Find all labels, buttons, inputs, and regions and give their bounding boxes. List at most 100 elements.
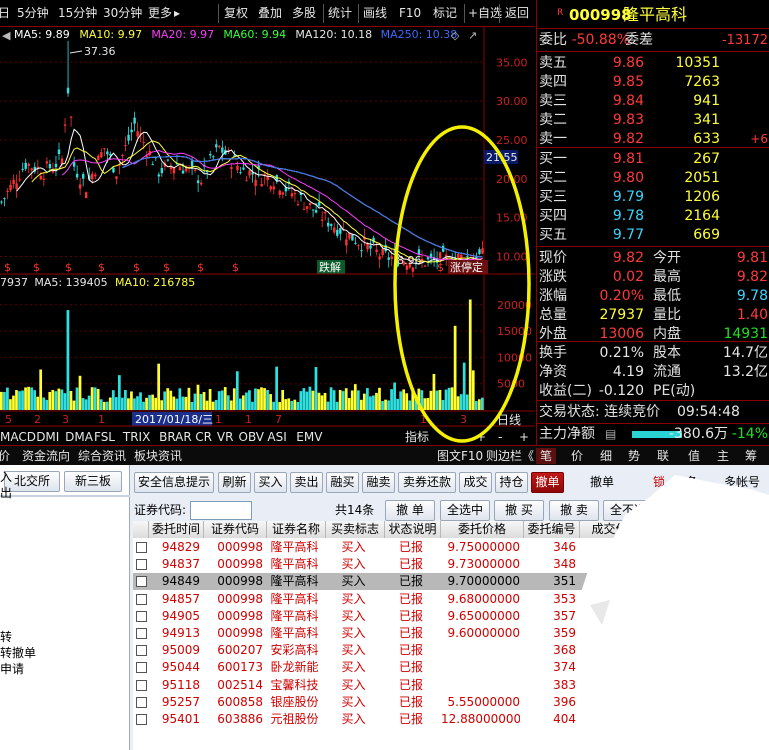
margin-sell-button[interactable]: 融卖: [362, 472, 395, 493]
sell-button[interactable]: 卖出: [290, 472, 323, 493]
overlay-button[interactable]: 叠加: [258, 4, 282, 23]
tab-main[interactable]: 主: [717, 448, 729, 464]
tab-quote[interactable]: 价: [0, 448, 10, 464]
indicator-tab[interactable]: VR: [217, 430, 234, 444]
row-checkbox[interactable]: [136, 679, 147, 691]
restore-rights-button[interactable]: 复权: [224, 4, 248, 23]
row-checkbox[interactable]: [136, 593, 147, 605]
tab-chips[interactable]: 筹: [745, 448, 757, 464]
period-1min[interactable]: 日: [0, 4, 10, 23]
tab-link[interactable]: 联: [657, 448, 669, 464]
tab-side[interactable]: 则边栏《: [486, 448, 534, 464]
column-header[interactable]: [133, 521, 149, 538]
indicator-tab[interactable]: EMV: [296, 430, 323, 444]
sell-repay-button[interactable]: 卖券还款: [398, 472, 456, 493]
more-arrow-icon[interactable]: ▸: [174, 4, 180, 23]
add-watchlist-button[interactable]: +自选: [468, 4, 502, 23]
ask-row[interactable]: 卖五 9.86 10351: [537, 54, 769, 73]
row-checkbox[interactable]: [136, 559, 147, 571]
tab-bse[interactable]: 北交所: [4, 471, 60, 492]
list-icon[interactable]: ▤: [605, 425, 616, 444]
indicator-tab[interactable]: BRAR: [159, 430, 192, 444]
indicator-extra[interactable]: -: [498, 430, 502, 444]
indicator-tab[interactable]: DMA: [65, 430, 94, 444]
bid-row[interactable]: 买三 9.79 1206: [537, 188, 769, 207]
column-header[interactable]: 证券名称: [267, 521, 326, 538]
event-mark[interactable]: $: [163, 261, 170, 274]
column-header[interactable]: 委托编号: [524, 521, 580, 538]
event-mark[interactable]: $: [197, 261, 204, 274]
indicator-tab[interactable]: OBV: [239, 430, 265, 444]
tab-price[interactable]: 价: [571, 448, 583, 464]
position-button[interactable]: 持仓: [495, 472, 528, 493]
tree-item[interactable]: 申请: [0, 661, 24, 677]
ask-row[interactable]: 卖三 9.84 941: [537, 92, 769, 111]
indicator-tab[interactable]: MACD: [0, 430, 36, 444]
event-mark[interactable]: $: [33, 261, 40, 274]
row-checkbox[interactable]: [136, 628, 147, 639]
ask-row[interactable]: 卖二 9.83 341: [537, 111, 769, 130]
indicator-tab[interactable]: ASI: [267, 430, 286, 444]
bid-row[interactable]: 买五 9.77 669: [537, 226, 769, 245]
ask-row[interactable]: 卖一 9.82 633 +6: [537, 130, 769, 149]
tab-pen[interactable]: 笔: [536, 448, 557, 464]
bid-row[interactable]: 买一 9.81 267: [537, 150, 769, 169]
period-more[interactable]: 更多: [148, 4, 172, 23]
tab-capital-flow[interactable]: 资金流向: [22, 448, 70, 464]
tree-item[interactable]: 入: [0, 469, 12, 485]
indicator-tab[interactable]: TRIX: [122, 430, 150, 444]
bid-row[interactable]: 买四 9.78 2164: [537, 207, 769, 226]
kline-chart[interactable]: ◀ MA5: 9.89 MA10: 9.97 MA20: 9.97 MA60: 9.9…: [0, 27, 535, 445]
row-checkbox[interactable]: [136, 610, 147, 622]
tree-item[interactable]: 出: [0, 485, 12, 501]
column-header[interactable]: 买卖标志: [326, 521, 385, 538]
tree-item[interactable]: 转撤单: [0, 645, 36, 661]
ask-row[interactable]: 卖四 9.85 7263: [537, 73, 769, 92]
margin-buy-button[interactable]: 融买: [326, 472, 359, 493]
tab-info[interactable]: 综合资讯: [78, 448, 126, 464]
mark-button[interactable]: 标记: [433, 4, 457, 23]
row-checkbox[interactable]: [136, 662, 147, 674]
refresh-button[interactable]: 刷新: [218, 472, 251, 493]
row-checkbox[interactable]: [136, 696, 147, 708]
period-30min[interactable]: 30分钟: [103, 4, 142, 23]
indicator-tab[interactable]: FSL: [94, 430, 115, 444]
period-5min[interactable]: 5分钟: [17, 4, 49, 23]
column-header[interactable]: 委托时间: [149, 521, 204, 538]
period-15min[interactable]: 15分钟: [58, 4, 97, 23]
collapse-icon[interactable]: ◀: [2, 29, 11, 42]
statistics-button[interactable]: 统计: [328, 4, 352, 23]
tab-value[interactable]: 值: [688, 448, 700, 464]
cancel-buy-button[interactable]: 撤 买: [494, 500, 544, 521]
bid-row[interactable]: 买二 9.80 2051: [537, 169, 769, 188]
row-checkbox[interactable]: [136, 645, 147, 657]
column-header[interactable]: 状态说明: [385, 521, 441, 538]
event-mark[interactable]: $: [232, 261, 239, 274]
row-checkbox[interactable]: [136, 542, 147, 553]
buy-button[interactable]: 买入: [254, 472, 287, 493]
event-mark[interactable]: $: [437, 261, 444, 274]
tab-seats[interactable]: 势: [628, 448, 640, 464]
tab-detail[interactable]: 细: [600, 448, 612, 464]
row-checkbox[interactable]: [136, 576, 147, 588]
column-header[interactable]: 委托价格: [441, 521, 524, 538]
back-button[interactable]: 返回: [505, 4, 529, 23]
event-mark[interactable]: $: [65, 261, 72, 274]
security-tips-button[interactable]: 安全信息提示: [134, 472, 214, 493]
event-mark[interactable]: $: [4, 261, 11, 274]
tab-neeq[interactable]: 新三板: [64, 471, 122, 492]
multi-stock-button[interactable]: 多股: [292, 4, 316, 23]
tab-sector-info[interactable]: 板块资讯: [134, 448, 182, 464]
draw-line-button[interactable]: 画线: [363, 4, 387, 23]
code-input[interactable]: [190, 501, 252, 520]
indicator-tab[interactable]: DMI: [36, 430, 59, 444]
event-mark[interactable]: $: [98, 261, 105, 274]
row-checkbox[interactable]: [136, 714, 147, 725]
cancel-order-button[interactable]: 撤单: [531, 472, 564, 493]
deal-button[interactable]: 成交: [459, 472, 492, 493]
indicator-tab[interactable]: CR: [195, 430, 212, 444]
indicator-extra[interactable]: +: [519, 430, 529, 444]
select-all-button[interactable]: 全选中: [440, 500, 490, 521]
indicator-extra[interactable]: 指标: [405, 429, 429, 444]
settings-diamond-icon[interactable]: ◇: [451, 29, 460, 42]
